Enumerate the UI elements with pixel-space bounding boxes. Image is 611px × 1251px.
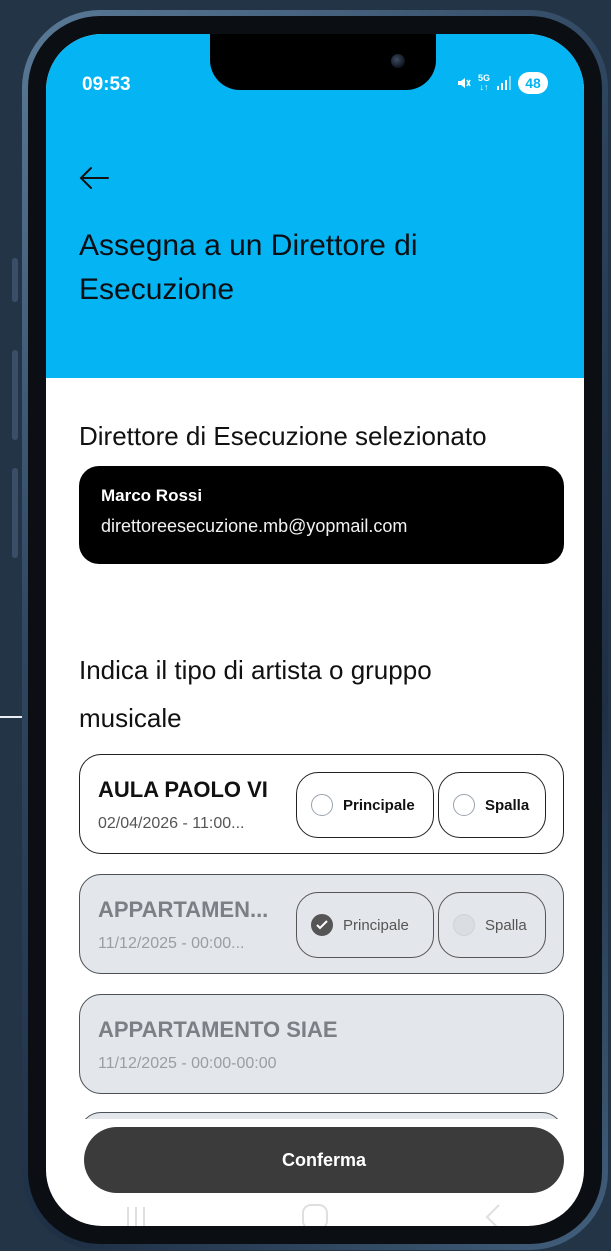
battery-icon: 48 — [518, 72, 548, 94]
list-item: APPARTAMENTO SIAE 11/12/2025 - 00:00-00:… — [79, 994, 564, 1094]
mute-icon — [457, 76, 471, 90]
confirm-button[interactable]: Conferma — [84, 1127, 564, 1193]
principale-option: Principale — [296, 892, 434, 958]
notch — [210, 34, 436, 90]
back-nav-icon[interactable] — [474, 1197, 514, 1226]
artist-type-title: Indica il tipo di artista o gruppo music… — [79, 655, 432, 733]
signal-icon — [497, 76, 511, 90]
network-label: 5G — [477, 73, 490, 83]
principale-label: Principale — [343, 796, 415, 814]
principale-option[interactable]: Principale — [296, 772, 434, 838]
list-item: APPARTAMEN... 11/12/2025 - 00:00... Prin… — [79, 874, 564, 974]
phone-frame: 09:53 5G ↓↑ 48 Assegna a un Direttore di… — [22, 10, 608, 1250]
spalla-option: Spalla — [438, 892, 546, 958]
recents-icon[interactable] — [116, 1197, 156, 1226]
action-button — [12, 258, 18, 302]
arrow-left-icon[interactable] — [76, 164, 112, 192]
list-item: AULA PAOLO VI 02/04/2026 - 11:00... Prin… — [79, 754, 564, 854]
list-item — [79, 1112, 564, 1119]
spalla-label: Spalla — [485, 796, 530, 814]
network-icon: 5G ↓↑ — [477, 73, 490, 92]
event-name: APPARTAMENTO SIAE — [98, 1017, 338, 1042]
status-icons: 5G ↓↑ 48 — [457, 72, 548, 94]
radio-icon — [453, 794, 475, 816]
spalla-label: Spalla — [485, 916, 527, 934]
volume-down-button — [12, 468, 18, 558]
volume-up-button — [12, 350, 18, 440]
event-date: 02/04/2026 - 11:00... — [98, 815, 245, 832]
camera-icon — [391, 54, 405, 68]
director-email: direttoreesecuzione.mb@yopmail.com — [101, 516, 408, 536]
selected-director-card: Marco Rossi direttoreesecuzione.mb@yopma… — [79, 466, 564, 564]
event-date: 11/12/2025 - 00:00-00:00 — [98, 1055, 277, 1072]
system-nav-bar — [46, 1194, 584, 1226]
event-date: 11/12/2025 - 00:00... — [98, 935, 245, 952]
page-title: Assegna a un Direttore di Esecuzione — [79, 229, 418, 306]
radio-checked-icon — [311, 914, 333, 936]
radio-icon — [311, 794, 333, 816]
radio-icon — [453, 914, 475, 936]
selected-director-title: Direttore di Esecuzione selezionato — [79, 421, 487, 451]
phone-bezel: 09:53 5G ↓↑ 48 Assegna a un Direttore di… — [28, 16, 602, 1244]
home-icon[interactable] — [295, 1197, 335, 1226]
screen: 09:53 5G ↓↑ 48 Assegna a un Direttore di… — [46, 34, 584, 1226]
event-list[interactable]: AULA PAOLO VI 02/04/2026 - 11:00... Prin… — [79, 754, 564, 1119]
director-name: Marco Rossi — [101, 486, 203, 505]
status-time: 09:53 — [82, 74, 131, 95]
event-name: AULA PAOLO VI — [98, 777, 268, 802]
header: 09:53 5G ↓↑ 48 Assegna a un Direttore di… — [46, 34, 584, 378]
event-name: APPARTAMEN... — [98, 897, 269, 922]
principale-label: Principale — [343, 916, 409, 934]
spalla-option[interactable]: Spalla — [438, 772, 546, 838]
